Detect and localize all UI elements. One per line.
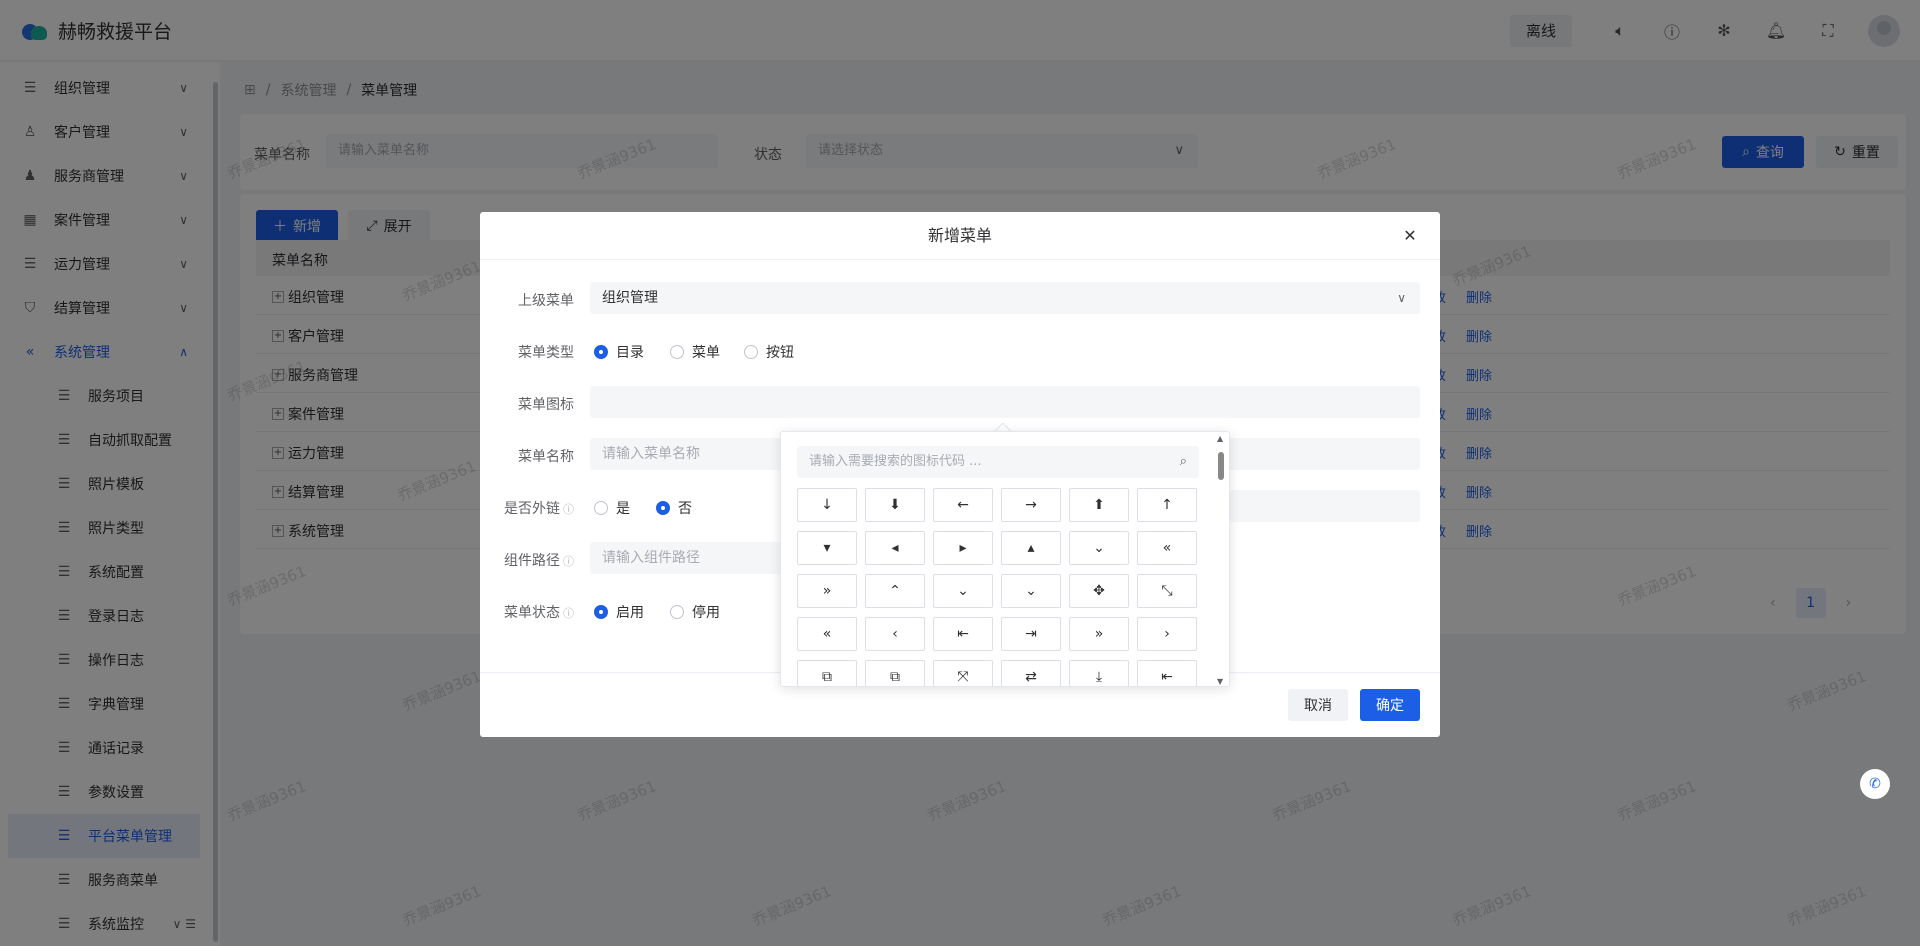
chevron-down-icon: ∨ bbox=[1397, 291, 1406, 305]
icon-search-input[interactable]: 请输入需要搜索的图标代码 ... ⌕ bbox=[797, 446, 1199, 478]
external-link-label: 是否外链 ⓘ bbox=[480, 498, 574, 518]
radio-label: 否 bbox=[678, 501, 692, 517]
move-icon[interactable]: ✥ bbox=[1069, 574, 1129, 608]
parent-menu-value: 组织管理 bbox=[602, 290, 658, 306]
component-path-input[interactable]: 请输入组件路径 bbox=[590, 542, 790, 574]
arrow-down-bold-icon[interactable]: ⬇ bbox=[865, 488, 925, 522]
chevron-down-icon[interactable]: ⌄ bbox=[1001, 574, 1061, 608]
icon-grid: ↓ ⬇ ← → ⬆ ↑ ▾ ◂ ▸ ▴ ⌄ «» ⌃ ⌄ ⌄ ✥ ⤡ «‹ ⇤ ⇥» › ⧉ ⧉ ⤧ ⇄ ⤓ ⇤ bbox=[797, 488, 1201, 686]
menu-type-radio-button[interactable]: 按钮 bbox=[744, 342, 794, 362]
radio-checked bbox=[594, 345, 608, 359]
radio-label: 菜单 bbox=[692, 345, 720, 361]
radio-label: 按钮 bbox=[766, 345, 794, 361]
icon-picker-scrollbar[interactable]: ▲ ▼ bbox=[1217, 434, 1225, 686]
double-right-icon[interactable]: » bbox=[797, 574, 857, 608]
chevron-right-icon[interactable]: › bbox=[1137, 617, 1197, 651]
help-icon[interactable]: ⓘ bbox=[563, 503, 574, 516]
circle-down-icon[interactable]: ⌄ bbox=[933, 574, 993, 608]
radio-unchecked bbox=[594, 501, 608, 515]
cancel-button[interactable]: 取消 bbox=[1288, 689, 1348, 721]
caret-down-icon[interactable]: ▾ bbox=[797, 531, 857, 565]
arrow-up-icon[interactable]: ↑ bbox=[1137, 488, 1197, 522]
menu-type-radio-directory[interactable]: 目录 bbox=[594, 342, 644, 362]
phone-icon[interactable]: ✆ bbox=[1860, 769, 1890, 799]
double-left-icon[interactable]: « bbox=[1137, 531, 1197, 565]
caret-up-icon[interactable]: ▴ bbox=[1001, 531, 1061, 565]
chevron-left-icon[interactable]: ‹ bbox=[865, 617, 925, 651]
menu-status-radio-disabled[interactable]: 停用 bbox=[670, 602, 720, 622]
caret-left-icon[interactable]: ◂ bbox=[865, 531, 925, 565]
caret-right-icon[interactable]: ▸ bbox=[933, 531, 993, 565]
download-icon[interactable]: ⤓ bbox=[1069, 660, 1129, 686]
arrow-right-icon[interactable]: → bbox=[1001, 488, 1061, 522]
scroll-down-icon[interactable]: ▼ bbox=[1217, 677, 1223, 686]
scrollbar-thumb[interactable] bbox=[1218, 452, 1224, 480]
confirm-button[interactable]: 确定 bbox=[1360, 689, 1420, 721]
radio-unchecked bbox=[670, 605, 684, 619]
component-path-label-text: 组件路径 bbox=[504, 553, 560, 569]
external-link-label-text: 是否外链 bbox=[504, 501, 560, 517]
menu-icon-label: 菜单图标 bbox=[518, 397, 574, 413]
dialog-title: 新增菜单 bbox=[480, 212, 1440, 260]
menu-type-radio-menu[interactable]: 菜单 bbox=[670, 342, 720, 362]
parent-menu-label: 上级菜单 bbox=[518, 293, 574, 309]
icon-picker-popover: 请输入需要搜索的图标代码 ... ⌕ ↓ ⬇ ← → ⬆ ↑ ▾ ◂ ▸ ▴ ⌄ «» ⌃ ⌄ ⌄ ✥ ⤡ «‹ ⇤… bbox=[780, 431, 1230, 687]
circle-right-icon[interactable]: » bbox=[1069, 617, 1129, 651]
radio-unchecked bbox=[744, 345, 758, 359]
icon-search-placeholder: 请输入需要搜索的图标代码 ... bbox=[809, 454, 982, 469]
radio-unchecked bbox=[670, 345, 684, 359]
step-backward-icon[interactable]: ⇤ bbox=[1137, 660, 1197, 686]
double-down-icon[interactable]: ⌄ bbox=[1069, 531, 1129, 565]
menu-status-label: 菜单状态 ⓘ bbox=[480, 602, 574, 622]
swap-icon[interactable]: ⇄ bbox=[1001, 660, 1061, 686]
radio-checked bbox=[656, 501, 670, 515]
route-address-input[interactable] bbox=[1230, 490, 1420, 522]
menu-type-label: 菜单类型 bbox=[518, 345, 574, 361]
arrow-up-bold-icon[interactable]: ⬆ bbox=[1069, 488, 1129, 522]
outdent-icon[interactable]: ⇤ bbox=[933, 617, 993, 651]
radio-label: 是 bbox=[616, 501, 630, 517]
menu-icon-input[interactable] bbox=[590, 386, 1420, 418]
radio-label: 停用 bbox=[692, 605, 720, 621]
help-icon[interactable]: ⓘ bbox=[563, 555, 574, 568]
menu-name-label: 菜单名称 bbox=[518, 449, 574, 465]
indent-icon[interactable]: ⇥ bbox=[1001, 617, 1061, 651]
parent-menu-select[interactable]: 组织管理 ∨ bbox=[590, 282, 1420, 314]
component-path-label: 组件路径 ⓘ bbox=[480, 550, 574, 570]
duplicate-icon[interactable]: ⧉ bbox=[865, 660, 925, 686]
external-link-radio-no[interactable]: 否 bbox=[656, 498, 692, 518]
copy-icon[interactable]: ⧉ bbox=[797, 660, 857, 686]
help-icon[interactable]: ⓘ bbox=[563, 607, 574, 620]
circle-left-icon[interactable]: « bbox=[797, 617, 857, 651]
external-link-radio-yes[interactable]: 是 bbox=[594, 498, 630, 518]
radio-checked bbox=[594, 605, 608, 619]
menu-status-label-text: 菜单状态 bbox=[504, 605, 560, 621]
close-icon[interactable]: ✕ bbox=[1400, 226, 1420, 246]
radio-label: 启用 bbox=[616, 605, 644, 621]
expand-icon[interactable]: ⤡ bbox=[1137, 574, 1197, 608]
arrow-down-icon[interactable]: ↓ bbox=[797, 488, 857, 522]
arrow-left-icon[interactable]: ← bbox=[933, 488, 993, 522]
double-up-icon[interactable]: ⌃ bbox=[865, 574, 925, 608]
scroll-up-icon[interactable]: ▲ bbox=[1217, 434, 1223, 443]
radio-label: 目录 bbox=[616, 345, 644, 361]
menu-status-radio-enabled[interactable]: 启用 bbox=[594, 602, 644, 622]
shrink-icon[interactable]: ⤧ bbox=[933, 660, 993, 686]
search-icon: ⌕ bbox=[1179, 454, 1187, 469]
